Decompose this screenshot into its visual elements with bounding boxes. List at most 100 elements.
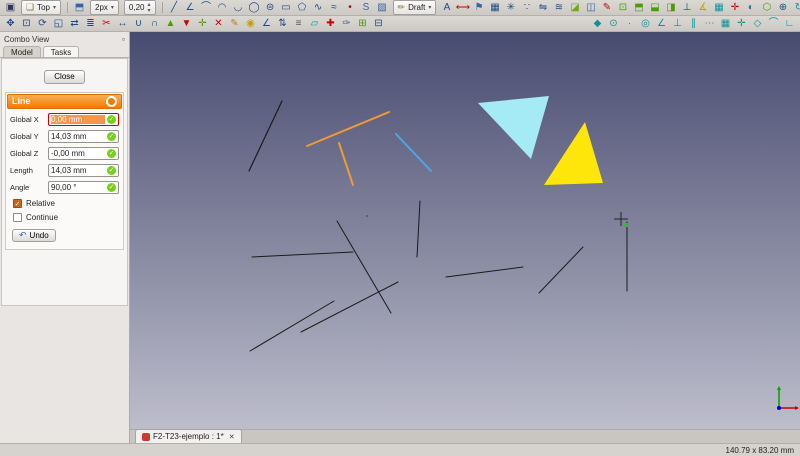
copy-icon[interactable]: ⊡ xyxy=(19,17,34,31)
sketch-line-orange-short[interactable] xyxy=(338,142,354,186)
add-point-icon[interactable]: ✛ xyxy=(195,17,210,31)
select-group-icon[interactable]: ⊟ xyxy=(371,17,386,31)
dimension-tool-icon[interactable]: ⟷ xyxy=(455,1,470,15)
document-tab[interactable]: F2-T23-ejemplo : 1* ✕ xyxy=(135,429,242,443)
mode-toggle-icon[interactable]: ◐ xyxy=(743,1,758,15)
sketch-line-black-1[interactable] xyxy=(248,100,283,172)
offset-icon[interactable]: ≣ xyxy=(83,17,98,31)
line-width-select[interactable]: 2px ▾ xyxy=(90,0,119,15)
triangle-cyan[interactable] xyxy=(478,96,549,159)
arc-tool-icon[interactable]: ◠ xyxy=(215,1,230,15)
tab-model[interactable]: Model xyxy=(3,46,41,57)
rectangle-tool-icon[interactable]: ▭ xyxy=(279,1,294,15)
wp-top-icon[interactable]: ⬒ xyxy=(631,1,646,15)
continue-checkbox[interactable]: Continue xyxy=(13,213,122,222)
zoom-fit-icon[interactable]: ⊕ xyxy=(775,1,790,15)
wp-proxy-icon[interactable]: ▱ xyxy=(307,17,322,31)
polar-array-tool-icon[interactable]: ✳ xyxy=(503,1,518,15)
hatch-tool-icon[interactable]: ▨ xyxy=(375,1,390,15)
draft2sketch-tool-icon[interactable]: ✎ xyxy=(599,1,614,15)
circle-tool-icon[interactable]: ◯ xyxy=(247,1,262,15)
measure-icon[interactable]: ∡ xyxy=(695,1,710,15)
ellipse-tool-icon[interactable]: ⊜ xyxy=(263,1,278,15)
layer-icon[interactable]: ≡ xyxy=(291,17,306,31)
move-icon[interactable]: ✥ xyxy=(3,17,18,31)
checkbox-box[interactable] xyxy=(13,213,22,222)
draft-menu-dropdown[interactable]: ✏ Draft ▾ xyxy=(392,0,437,15)
sketch-line-black-7[interactable] xyxy=(445,266,524,278)
snap-angle-icon[interactable]: ∠ xyxy=(654,17,669,31)
sketch-line-black-8[interactable] xyxy=(538,246,584,294)
add-group-icon[interactable]: ⊞ xyxy=(355,17,370,31)
clone-tool-icon[interactable]: ⊡ xyxy=(615,1,630,15)
sketch-line-orange-long[interactable] xyxy=(306,111,390,147)
text-tool-icon[interactable]: A xyxy=(439,1,454,15)
snap-lock-icon[interactable]: ◆ xyxy=(590,17,605,31)
iso-view-icon[interactable]: ⬡ xyxy=(759,1,774,15)
heal-icon[interactable]: ✚ xyxy=(323,17,338,31)
spin-down-icon[interactable]: ▾ xyxy=(148,8,151,14)
undo-button[interactable]: ↶ Undo xyxy=(12,229,56,242)
snap-perpendicular-icon[interactable]: ⊥ xyxy=(670,17,685,31)
bezier-tool-icon[interactable]: ≈ xyxy=(327,1,342,15)
length-input[interactable]: 14,03 mm ✓ xyxy=(48,164,119,177)
stretch-icon[interactable]: ↔ xyxy=(115,17,130,31)
sketch-line-blue[interactable] xyxy=(395,133,432,172)
ortho-icon[interactable]: ⊥ xyxy=(679,1,694,15)
trimex-icon[interactable]: ✂ xyxy=(99,17,114,31)
arc-3pt-tool-icon[interactable]: ◡ xyxy=(231,1,246,15)
highlight-icon[interactable]: ◉ xyxy=(243,17,258,31)
invert-icon[interactable]: ⇅ xyxy=(275,17,290,31)
slope-icon[interactable]: ∠ xyxy=(259,17,274,31)
mirror-icon[interactable]: ⇄ xyxy=(67,17,82,31)
polygon-tool-icon[interactable]: ⬠ xyxy=(295,1,310,15)
del-point-icon[interactable]: ✕ xyxy=(211,17,226,31)
mirror-tool-icon[interactable]: ⇋ xyxy=(535,1,550,15)
tab-close-icon[interactable]: ✕ xyxy=(229,433,235,441)
snap-midpoint-icon[interactable]: ∙ xyxy=(622,17,637,31)
panel-detach-icon[interactable]: ▫ xyxy=(122,35,125,44)
sketch-line-black-5[interactable] xyxy=(300,281,399,333)
snap-grid-icon[interactable]: ▦ xyxy=(718,17,733,31)
snap-center-icon[interactable]: ◎ xyxy=(638,17,653,31)
split-icon[interactable]: ∩ xyxy=(147,17,162,31)
relative-checkbox[interactable]: ✓ Relative xyxy=(13,199,122,208)
path-array-tool-icon[interactable]: ∵ xyxy=(519,1,534,15)
edit-icon[interactable]: ✎ xyxy=(227,17,242,31)
tab-tasks[interactable]: Tasks xyxy=(42,46,80,57)
snap-special-icon[interactable]: ◇ xyxy=(750,17,765,31)
sketch-line-black-4[interactable] xyxy=(251,251,354,258)
downgrade-icon[interactable]: ▼ xyxy=(179,17,194,31)
working-plane-icon[interactable]: ⬒ xyxy=(72,1,87,15)
snap-near-icon[interactable]: ⌒ xyxy=(766,17,781,31)
snap-endpoint-icon[interactable]: ⊙ xyxy=(606,17,621,31)
offset-tool-icon[interactable]: ≋ xyxy=(551,1,566,15)
array-tool-icon[interactable]: ▦ xyxy=(487,1,502,15)
view-selector-dropdown[interactable]: ❏ Top ▾ xyxy=(21,0,61,15)
stray-point[interactable] xyxy=(366,215,368,217)
axes-toggle-icon[interactable]: ✛ xyxy=(727,1,742,15)
close-task-button[interactable]: Close xyxy=(44,69,85,84)
shapestring-tool-icon[interactable]: S xyxy=(359,1,374,15)
facebinder-tool-icon[interactable]: ◪ xyxy=(567,1,582,15)
checkbox-box[interactable]: ✓ xyxy=(13,199,22,208)
wp-front-icon[interactable]: ⬓ xyxy=(647,1,662,15)
refresh-icon[interactable]: ↻ xyxy=(791,1,800,15)
global-y-input[interactable]: 14,03 mm ✓ xyxy=(48,130,119,143)
snap-parallel-icon[interactable]: ∥ xyxy=(686,17,701,31)
global-x-input[interactable]: 0,00 mm ✓ xyxy=(48,113,119,126)
shape2dview-tool-icon[interactable]: ◫ xyxy=(583,1,598,15)
angle-input[interactable]: 90,00 ° ✓ xyxy=(48,181,119,194)
upgrade-icon[interactable]: ▲ xyxy=(163,17,178,31)
triangle-yellow[interactable] xyxy=(544,122,603,185)
scale-spinbox[interactable]: 0,20 ▴ ▾ xyxy=(123,0,156,15)
bspline-tool-icon[interactable]: ∿ xyxy=(311,1,326,15)
line-tool-icon[interactable]: ╱ xyxy=(167,1,182,15)
scale-icon[interactable]: ◱ xyxy=(51,17,66,31)
viewport-canvas[interactable] xyxy=(130,32,800,429)
sketch-line-black-3[interactable] xyxy=(416,200,421,258)
snap-extension-icon[interactable]: ⋯ xyxy=(702,17,717,31)
join-icon[interactable]: ∪ xyxy=(131,17,146,31)
global-z-input[interactable]: -0,00 mm ✓ xyxy=(48,147,119,160)
fillet-tool-icon[interactable]: ⌒ xyxy=(199,1,214,15)
